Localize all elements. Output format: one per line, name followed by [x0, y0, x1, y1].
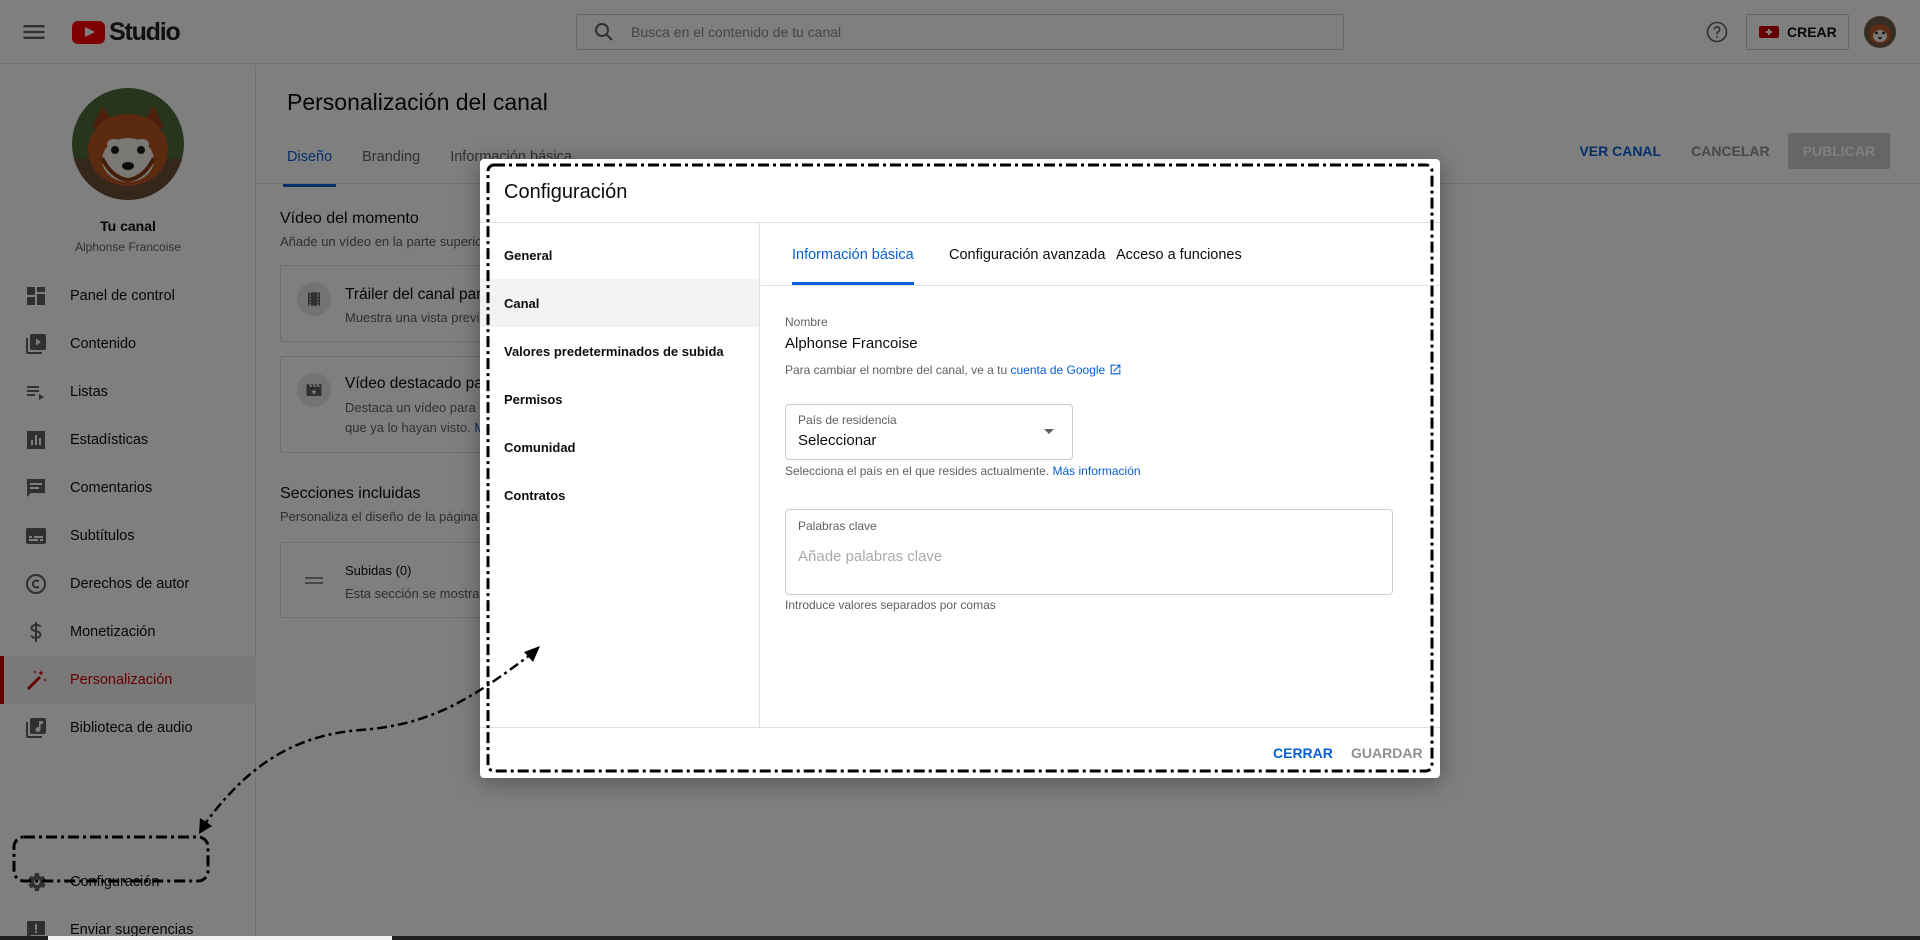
settings-tabs: Información básica Configuración avanzad… — [761, 223, 1440, 286]
bottom-strip-segment — [48, 936, 392, 940]
name-label: Nombre — [785, 315, 828, 329]
settings-panel: Información básica Configuración avanzad… — [761, 223, 1440, 727]
tab-basic-info-settings[interactable]: Información básica — [792, 247, 914, 285]
settings-nav-agreements[interactable]: Contratos — [480, 471, 759, 519]
keywords-input[interactable] — [798, 548, 1358, 565]
name-value: Alphonse Francoise — [785, 335, 918, 352]
google-account-link[interactable]: cuenta de Google — [1010, 363, 1105, 377]
settings-nav-upload-defaults[interactable]: Valores predeterminados de subida — [480, 327, 759, 375]
dialog-footer-divider — [480, 727, 1440, 728]
save-button[interactable]: GUARDAR — [1351, 745, 1423, 761]
name-help: Para cambiar el nombre del canal, ve a t… — [785, 363, 1122, 377]
tab-advanced-settings[interactable]: Configuración avanzada — [949, 247, 1105, 285]
settings-nav-general[interactable]: General — [480, 231, 759, 279]
settings-nav-permissions[interactable]: Permisos — [480, 375, 759, 423]
settings-dialog: Configuración General Canal Valores pred… — [480, 159, 1440, 778]
external-link-icon[interactable] — [1109, 363, 1122, 376]
tab-feature-access[interactable]: Acceso a funciones — [1116, 247, 1242, 285]
keywords-field[interactable]: Palabras clave — [785, 509, 1393, 595]
country-help: Selecciona el país en el que resides act… — [785, 464, 1141, 478]
settings-nav-community[interactable]: Comunidad — [480, 423, 759, 471]
country-value: Seleccionar — [798, 432, 877, 449]
country-label: País de residencia — [798, 413, 897, 427]
dialog-title: Configuración — [504, 181, 628, 203]
country-help-text: Selecciona el país en el que resides act… — [785, 464, 1050, 478]
close-button[interactable]: CERRAR — [1273, 745, 1333, 761]
dropdown-arrow-icon — [1044, 429, 1054, 434]
more-info-link[interactable]: Más información — [1053, 464, 1141, 478]
keywords-help: Introduce valores separados por comas — [785, 598, 996, 612]
settings-nav-channel[interactable]: Canal — [480, 279, 759, 327]
keywords-label: Palabras clave — [798, 519, 877, 533]
name-help-text: Para cambiar el nombre del canal, ve a t… — [785, 363, 1008, 377]
country-select[interactable]: País de residencia Seleccionar — [785, 404, 1073, 460]
bottom-strip — [0, 936, 1920, 940]
settings-nav: General Canal Valores predeterminados de… — [480, 223, 760, 727]
